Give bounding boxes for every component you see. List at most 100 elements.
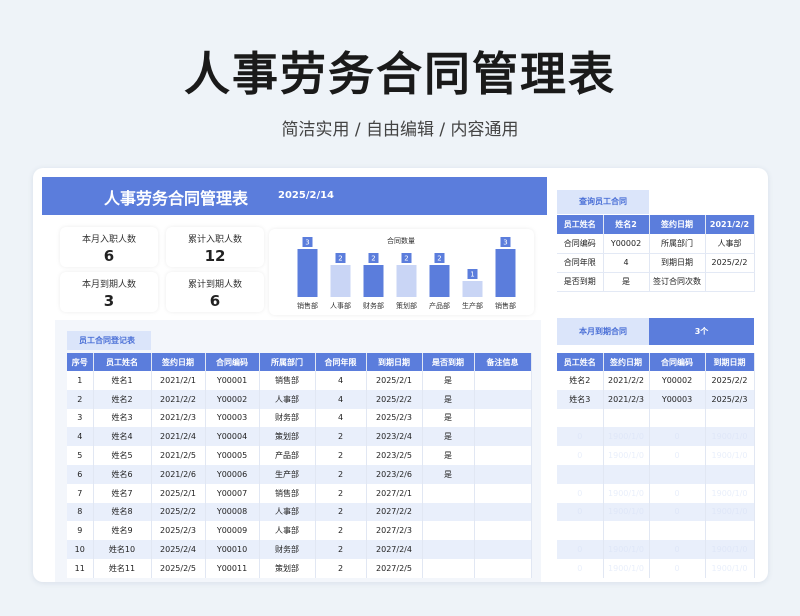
due-filler-row <box>557 464 755 484</box>
due-filler-row: 0 1900/1/0 0 1900/1/0 <box>557 502 755 522</box>
table-row[interactable]: 4 姓名4 2021/2/4 Y00004 策划部 2 2023/2/4 是 <box>67 427 532 447</box>
table-cell: 0 <box>649 558 706 578</box>
table-cell: 2 <box>315 446 367 465</box>
table-cell <box>474 389 532 409</box>
stat-value: 6 <box>103 247 115 265</box>
table-cell <box>649 464 706 484</box>
table-cell: 是 <box>422 446 475 465</box>
chart-tick-label: 生产部 <box>462 301 483 310</box>
table-row[interactable]: 2 姓名2 2021/2/2 Y00002 人事部 4 2025/2/2 是 <box>67 389 532 409</box>
table-cell: 姓名10 <box>93 540 152 559</box>
table-cell: 2023/2/6 <box>366 464 423 484</box>
table-row[interactable]: 10 姓名10 2025/2/4 Y00010 财务部 2 2027/2/4 <box>67 540 532 559</box>
table-cell: 2021/2/1 <box>151 371 206 390</box>
column-header: 合同编码 <box>205 353 260 371</box>
table-cell: Y00007 <box>205 483 260 503</box>
table-row[interactable]: 6 姓名6 2021/2/6 Y00006 生产部 2 2023/2/6 是 <box>67 464 532 484</box>
due-filler-row: 0 1900/1/0 0 1900/1/0 <box>557 540 755 559</box>
query-cell: 人事部 <box>705 234 755 254</box>
table-cell <box>603 464 650 484</box>
table-cell: 财务部 <box>259 408 316 428</box>
table-cell <box>422 502 475 522</box>
table-row[interactable]: 9 姓名9 2025/2/3 Y00009 人事部 2 2027/2/3 <box>67 521 532 541</box>
table-cell <box>474 558 532 578</box>
column-header: 到期日期 <box>705 353 755 371</box>
table-cell: Y00011 <box>205 558 260 578</box>
table-cell: 2 <box>315 540 367 559</box>
table-cell: 4 <box>67 427 94 447</box>
table-cell: 2027/2/4 <box>366 540 423 559</box>
table-cell: Y00009 <box>205 521 260 541</box>
due-count: 3个 <box>649 318 754 345</box>
table-cell: 2021/2/2 <box>151 389 206 409</box>
table-cell: 生产部 <box>259 464 316 484</box>
table-cell: 姓名3 <box>93 408 152 428</box>
query-cell: 所属部门 <box>649 234 706 254</box>
table-cell: 0 <box>557 427 604 447</box>
table-cell <box>474 464 532 484</box>
table-cell: Y00001 <box>205 371 260 390</box>
query-name-select[interactable]: 姓名2 <box>603 215 650 234</box>
table-cell: 8 <box>67 502 94 522</box>
column-header: 到期日期 <box>366 353 423 371</box>
chart-title: 合同数量 <box>387 236 415 245</box>
query-row: 合同年限 4 到期日期 2025/2/2 <box>557 253 755 273</box>
due-summary: 本月到期合同 3个 <box>557 318 754 345</box>
table-cell: 1900/1/0 <box>603 502 650 522</box>
table-cell <box>474 483 532 503</box>
table-row[interactable]: 1 姓名1 2021/2/1 Y00001 销售部 4 2025/2/1 是 <box>67 371 532 390</box>
table-cell: 2 <box>315 464 367 484</box>
table-cell: 姓名1 <box>93 371 152 390</box>
table-cell <box>649 521 706 541</box>
chart-svg: 合同数量 3 销售部 2 人事部 2 财务部 2 策划部 2 产品部 1 生产部 3 销售部 <box>297 236 516 310</box>
table-row[interactable]: 7 姓名7 2025/2/1 Y00007 销售部 2 2027/2/1 <box>67 483 532 503</box>
table-cell: 1900/1/0 <box>603 540 650 559</box>
table-cell: 2027/2/2 <box>366 502 423 522</box>
table-row[interactable]: 3 姓名3 2021/2/3 Y00003 财务部 4 2025/2/3 是 <box>67 408 532 428</box>
table-cell <box>474 408 532 428</box>
query-cell: Y00002 <box>603 234 650 254</box>
query-header-cell: 员工姓名 <box>557 215 604 234</box>
table-cell: 2025/2/3 <box>705 389 755 409</box>
chart-data-label: 2 <box>437 255 441 263</box>
table-cell: 销售部 <box>259 483 316 503</box>
query-cell: 是否到期 <box>557 272 604 292</box>
table-row[interactable]: 11 姓名11 2025/2/5 Y00011 策划部 2 2027/2/5 <box>67 558 532 578</box>
due-filler-row <box>557 521 755 541</box>
due-filler-row: 0 1900/1/0 0 1900/1/0 <box>557 427 755 447</box>
table-cell: Y00002 <box>205 389 260 409</box>
table-cell: Y00008 <box>205 502 260 522</box>
query-header-cell: 签约日期 <box>649 215 706 234</box>
chart-tick-label: 财务部 <box>363 301 384 310</box>
table-cell <box>422 540 475 559</box>
register-tag: 员工合同登记表 <box>67 331 151 350</box>
table-row[interactable]: 8 姓名8 2025/2/2 Y00008 人事部 2 2027/2/2 <box>67 502 532 522</box>
stat-label: 累计入职人数 <box>187 235 242 245</box>
table-cell: 6 <box>67 464 94 484</box>
query-cell: 到期日期 <box>649 253 706 273</box>
table-cell: 人事部 <box>259 389 316 409</box>
table-cell <box>705 464 755 484</box>
due-row[interactable]: 姓名3 2021/2/3 Y00003 2025/2/3 <box>557 389 755 409</box>
table-cell <box>557 464 604 484</box>
table-cell: 2021/2/2 <box>603 371 650 390</box>
due-row[interactable]: 姓名2 2021/2/2 Y00002 2025/2/2 <box>557 371 755 390</box>
table-cell: 2 <box>315 427 367 447</box>
table-cell: 姓名8 <box>93 502 152 522</box>
table-cell: 1900/1/0 <box>603 446 650 465</box>
table-cell: Y00006 <box>205 464 260 484</box>
table-cell: 10 <box>67 540 94 559</box>
table-cell <box>705 408 755 428</box>
chart-bar <box>297 249 318 297</box>
table-cell: 2023/2/4 <box>366 427 423 447</box>
stat-label: 本月到期人数 <box>81 280 136 290</box>
table-cell <box>705 521 755 541</box>
table-cell <box>474 371 532 390</box>
query-cell: 4 <box>603 253 650 273</box>
table-cell: 姓名7 <box>93 483 152 503</box>
table-cell <box>557 408 604 428</box>
table-row[interactable]: 5 姓名5 2021/2/5 Y00005 产品部 2 2023/2/5 是 <box>67 446 532 465</box>
table-cell: 姓名2 <box>557 371 604 390</box>
table-cell: 姓名5 <box>93 446 152 465</box>
contract-register-panel: 员工合同登记表 序号 员工姓名 签约日期 合同编码 所属部门 合同年限 到期日期 是否到期 备注… <box>55 320 541 582</box>
